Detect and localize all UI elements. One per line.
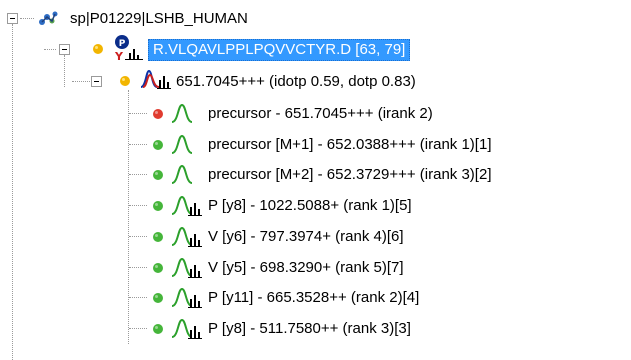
- results-tree: sp|P01229|LSHB_HUMAN P Y R.VLQAVLPPLPQVV…: [0, 0, 631, 360]
- fragment-peak-icon: [171, 226, 202, 247]
- protein-node[interactable]: sp|P01229|LSHB_HUMAN: [70, 4, 248, 34]
- collapse-precursor-button[interactable]: [91, 76, 102, 87]
- transition-label: V [y6] - 797.3974+ (rank 4)[6]: [208, 228, 404, 245]
- protein-label: sp|P01229|LSHB_HUMAN: [70, 10, 248, 27]
- tree-line: [129, 267, 147, 268]
- transition-node[interactable]: precursor - 651.7045+++ (irank 2): [208, 99, 433, 129]
- transition-status-dot: [153, 201, 163, 211]
- collapse-peptide-button[interactable]: [59, 44, 70, 55]
- tree-line: [129, 328, 147, 329]
- collapse-protein-button[interactable]: [7, 13, 18, 24]
- transition-label: P [y8] - 511.7580++ (rank 3)[3]: [208, 320, 411, 337]
- transition-node[interactable]: P [y8] - 1022.5088+ (rank 1)[5]: [208, 191, 412, 221]
- transition-label: V [y5] - 698.3290+ (rank 5)[7]: [208, 259, 404, 276]
- peptide-label: R.VLQAVLPPLPQVVCTYR.D [63, 79]: [148, 39, 411, 61]
- precursor-status-dot: [120, 76, 130, 86]
- transition-node[interactable]: V [y5] - 698.3290+ (rank 5)[7]: [208, 253, 404, 283]
- tree-line: [129, 297, 147, 298]
- tree-line: [129, 174, 147, 175]
- peak-icon: [171, 164, 193, 184]
- peptide-node[interactable]: R.VLQAVLPPLPQVVCTYR.D [63, 79]: [148, 35, 411, 65]
- fragment-peak-icon: [171, 318, 202, 339]
- tree-line: [20, 18, 34, 19]
- transition-status-dot: [153, 293, 163, 303]
- fragment-peak-icon: [171, 257, 202, 278]
- transition-label: precursor [M+2] - 652.3729+++ (irank 3)[…: [208, 166, 492, 183]
- precursor-spectrum-icon: [140, 69, 171, 89]
- tree-line: [12, 24, 13, 360]
- transition-node[interactable]: P [y11] - 665.3528++ (rank 2)[4]: [208, 283, 419, 313]
- fragment-peak-icon: [171, 195, 202, 216]
- transition-status-dot: [153, 140, 163, 150]
- transition-status-dot: [153, 263, 163, 273]
- precursor-label: 651.7045+++ (idotp 0.59, dotp 0.83): [176, 73, 416, 90]
- svg-text:P: P: [119, 39, 126, 49]
- precursor-node[interactable]: 651.7045+++ (idotp 0.59, dotp 0.83): [176, 67, 416, 97]
- transition-node[interactable]: precursor [M+1] - 652.0388+++ (irank 1)[…: [208, 130, 491, 160]
- tree-line: [129, 236, 147, 237]
- transition-status-dot: [153, 109, 163, 119]
- tree-line: [64, 55, 65, 87]
- tree-line: [44, 49, 56, 50]
- peak-icon: [171, 134, 193, 154]
- transition-node[interactable]: V [y6] - 797.3974+ (rank 4)[6]: [208, 222, 404, 252]
- tree-line: [129, 144, 147, 145]
- transition-node[interactable]: P [y8] - 511.7580++ (rank 3)[3]: [208, 314, 411, 344]
- transition-status-dot: [153, 324, 163, 334]
- transition-label: P [y8] - 1022.5088+ (rank 1)[5]: [208, 197, 412, 214]
- peptide-icon: P Y: [114, 35, 143, 62]
- peptide-status-dot: [93, 44, 103, 54]
- tree-line: [128, 90, 129, 344]
- svg-text:Y: Y: [114, 50, 124, 62]
- transition-label: P [y11] - 665.3528++ (rank 2)[4]: [208, 289, 420, 306]
- tree-line: [129, 205, 147, 206]
- transition-node[interactable]: precursor [M+2] - 652.3729+++ (irank 3)[…: [208, 160, 491, 190]
- transition-label: precursor - 651.7045+++ (irank 2): [208, 105, 433, 122]
- peak-icon: [171, 103, 193, 123]
- protein-icon: [39, 11, 58, 25]
- transition-status-dot: [153, 232, 163, 242]
- transition-label: precursor [M+1] - 652.0388+++ (irank 1)[…: [208, 136, 492, 153]
- fragment-peak-icon: [171, 287, 202, 308]
- tree-line: [129, 113, 147, 114]
- transition-status-dot: [153, 170, 163, 180]
